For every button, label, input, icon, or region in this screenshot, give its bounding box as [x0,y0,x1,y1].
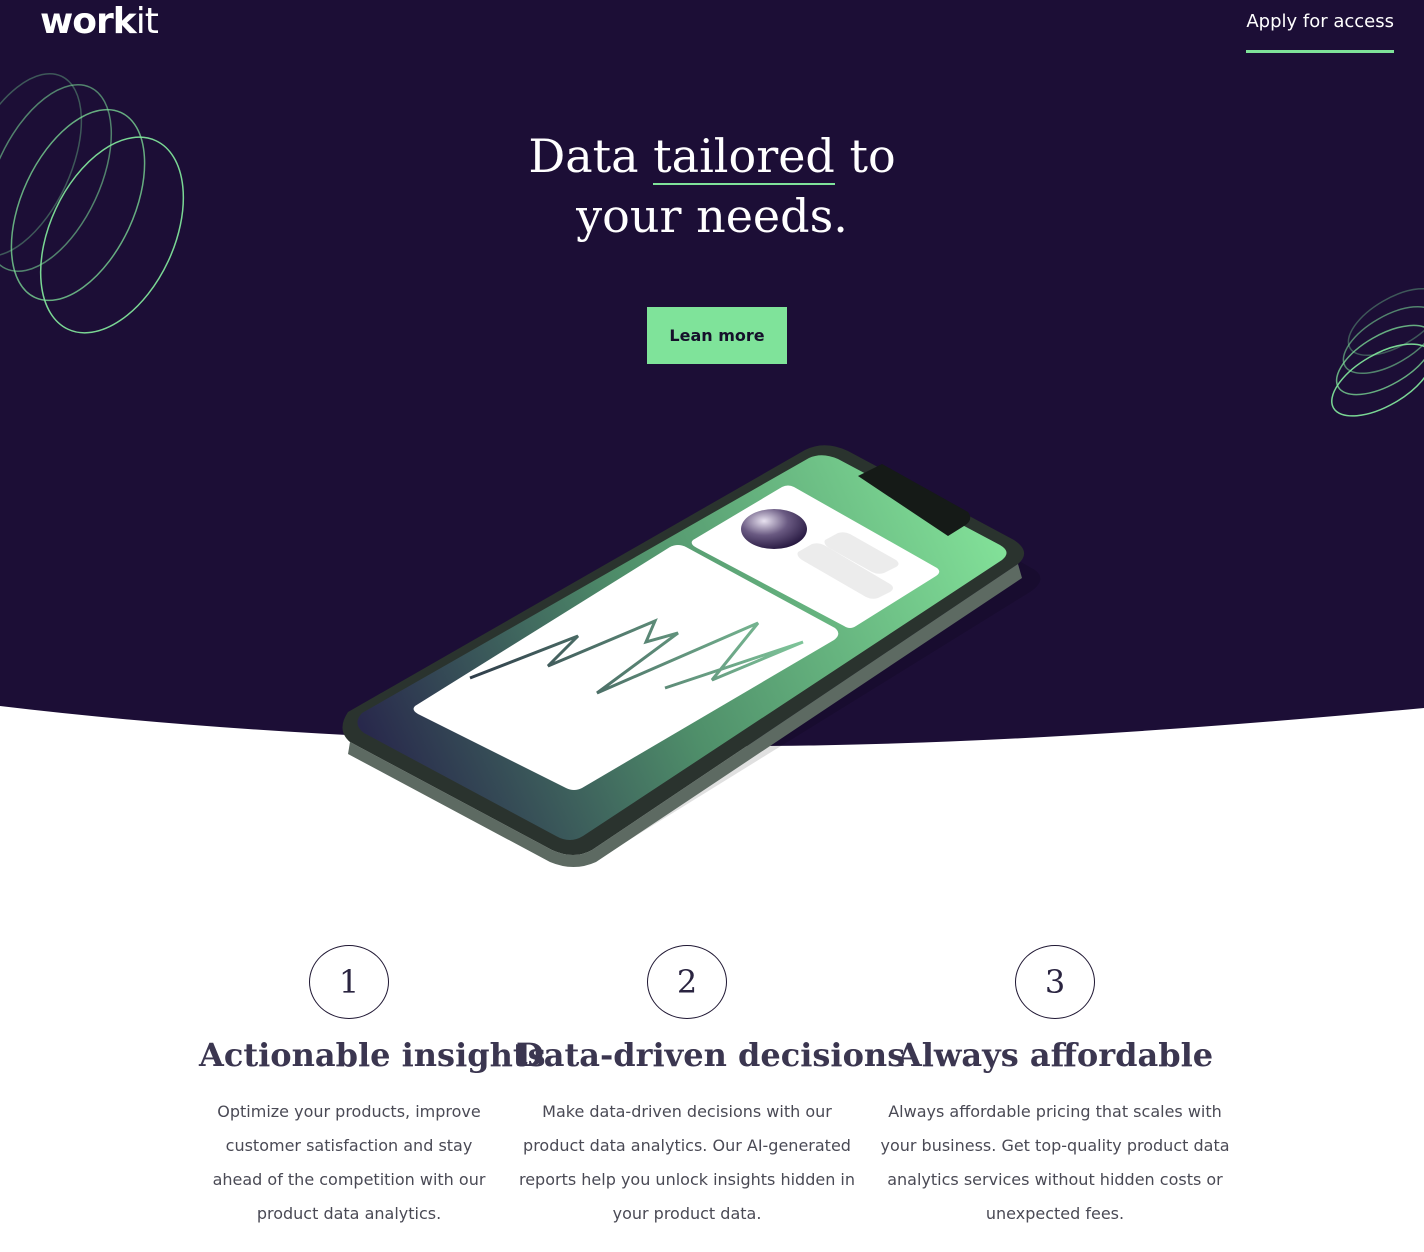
feature-number-circle: 1 [309,945,389,1019]
headline-text-end: to [834,129,896,183]
logo-bold-text: work [40,1,137,42]
phone-illustration [342,445,1041,867]
feature-number-circle: 2 [647,945,727,1019]
feature-data-driven-decisions: 2 Data-driven decisions Make data-driven… [516,945,906,1231]
feature-description: Always affordable pricing that scales wi… [880,1102,1230,1223]
workit-logo[interactable]: workit [40,1,159,42]
headline-text-start: Data [528,129,654,183]
headline-emphasis: tailored [653,129,835,185]
headline-line-2: your needs. [576,189,848,243]
feature-number-circle: 3 [1015,945,1095,1019]
feature-actionable-insights: 1 Actionable insights Optimize your prod… [199,945,546,1231]
feature-always-affordable: 3 Always affordable Always affordable pr… [875,945,1235,1231]
feature-description: Optimize your products, improve customer… [212,1102,486,1223]
feature-title: Actionable insights [199,1036,546,1074]
apply-for-access-link[interactable]: Apply for access [1246,10,1394,53]
feature-title: Always affordable [896,1036,1214,1074]
feature-title: Data-driven decisions [516,1036,906,1074]
hero-headline: Data tailored to your needs. [0,126,1424,246]
avatar [741,509,807,549]
feature-description: Make data-driven decisions with our prod… [518,1102,856,1223]
logo-light-text: it [135,1,159,42]
learn-more-button[interactable]: Lean more [647,307,787,364]
